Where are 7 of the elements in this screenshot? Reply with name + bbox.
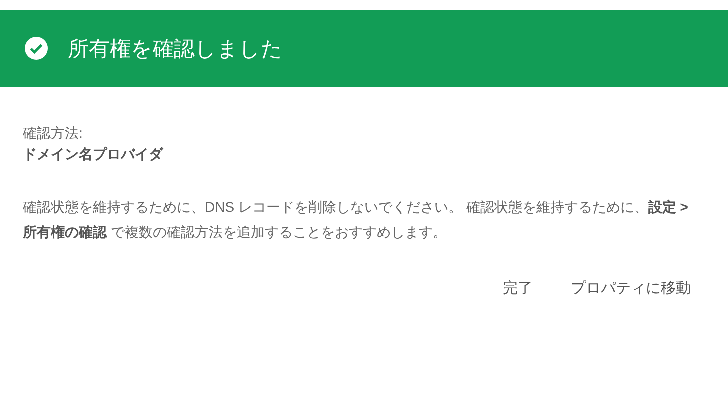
method-label: 確認方法: bbox=[23, 124, 84, 143]
done-button[interactable]: 完了 bbox=[501, 275, 535, 302]
message-text: 確認状態を維持するために、DNS レコードを削除しないでください。 確認状態を維持するために、設定 > 所有権の確認 で複数の確認方法を追加することをおすすめします。 bbox=[23, 198, 690, 242]
method-value: ドメイン名プロバイダ bbox=[23, 145, 164, 164]
check-circle-icon bbox=[25, 37, 48, 60]
go-to-property-button[interactable]: プロパティに移動 bbox=[569, 275, 693, 302]
dialog-title: 所有権を確認しました bbox=[68, 36, 283, 62]
